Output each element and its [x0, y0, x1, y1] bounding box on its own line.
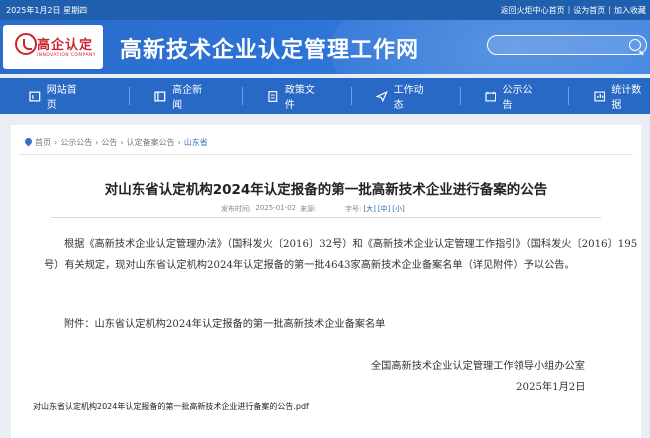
stats-icon — [594, 91, 605, 101]
current-date: 2025年1月2日 星期四 — [6, 6, 88, 15]
breadcrumb: 首页 › 公示公告 › 公告 › 认定备案公告 › 山东省 — [25, 137, 208, 148]
breadcrumb-separator: › — [120, 138, 124, 147]
breadcrumb-divider — [19, 154, 633, 155]
search-input[interactable] — [487, 35, 647, 55]
nav-label: 网站首页 — [46, 85, 77, 111]
article-meta: 发布时间: 2025-01-02 来源: — [221, 204, 316, 214]
site-header: 高企认定 INNOVATION COMPANY 高新技术企业认定管理工作网 — [0, 20, 650, 74]
site-logo[interactable]: 高企认定 INNOVATION COMPANY — [3, 25, 103, 69]
font-size-switcher: 字号: [大] [中] [小] — [345, 204, 405, 214]
breadcrumb-separator: › — [54, 138, 58, 147]
nav-divider — [241, 87, 243, 105]
attachment-note: 附件：山东省认定机构2024年认定报备的第一批高新技术企业备案名单 — [64, 319, 386, 330]
separator: | — [567, 5, 571, 14]
notice-icon — [485, 91, 497, 101]
news-icon — [154, 91, 166, 101]
nav-divider — [459, 87, 461, 105]
back-to-torch-home-link[interactable]: 返回火炬中心首页 — [501, 5, 565, 16]
send-icon — [376, 90, 388, 102]
nav-label: 政策文件 — [284, 85, 315, 111]
breadcrumb-separator: › — [95, 138, 99, 147]
meta-divider — [51, 217, 601, 218]
source-label: 来源: — [300, 205, 317, 213]
font-size-large[interactable]: [大] — [363, 204, 375, 214]
article-body: 根据《高新技术企业认定管理办法》（国科发火〔2016〕32号）和《高新技术企业认… — [44, 239, 638, 271]
nav-label: 公示公告 — [502, 85, 533, 111]
site-title: 高新技术企业认定管理工作网 — [120, 38, 420, 63]
nav-item-statistics[interactable]: 统计数据 — [594, 78, 650, 114]
separator: | — [608, 5, 611, 14]
nav-item-notices[interactable]: 公示公告 — [485, 78, 541, 114]
set-homepage-link[interactable]: 设为首页 — [573, 5, 605, 16]
nav-item-news[interactable]: 高企新闻 — [154, 78, 210, 114]
font-size-medium[interactable]: [中] — [378, 204, 390, 214]
document-icon — [268, 90, 278, 102]
nav-label: 工作动态 — [393, 85, 424, 111]
home-icon — [29, 91, 41, 101]
font-size-small[interactable]: [小] — [392, 204, 404, 214]
breadcrumb-separator: › — [177, 138, 181, 147]
breadcrumb-home[interactable]: 首页 — [35, 137, 51, 148]
top-bar: 2025年1月2日 星期四 返回火炬中心首页 | 设为首页 | 加入收藏 — [0, 0, 650, 20]
nav-label: 高企新闻 — [172, 85, 203, 111]
pdf-attachment-link[interactable]: 对山东省认定机构2024年认定报备的第一批高新技术企业进行备案的公告.pdf — [33, 401, 309, 412]
breadcrumb-shandong[interactable]: 山东省 — [184, 137, 208, 148]
signature: 全国高新技术企业认定管理工作领导小组办公室 — [371, 361, 585, 372]
logo-subtext: INNOVATION COMPANY — [37, 53, 96, 58]
nav-divider — [129, 87, 131, 105]
breadcrumb-notices[interactable]: 公示公告 — [60, 137, 92, 148]
breadcrumb-announcement[interactable]: 公告 — [101, 137, 117, 148]
nav-item-home[interactable]: 网站首页 — [29, 78, 85, 114]
add-favorite-link[interactable]: 加入收藏 — [614, 5, 646, 16]
font-size-label: 字号: — [345, 205, 362, 213]
main-nav: 网站首页 高企新闻 政策文件 工作动态 公示公告 统计数据 — [0, 74, 650, 118]
search-icon[interactable] — [629, 39, 641, 51]
publish-label: 发布时间: — [221, 205, 252, 213]
publish-date: 2025-01-02 — [255, 204, 297, 212]
nav-label: 统计数据 — [611, 85, 642, 111]
article-panel: 首页 › 公示公告 › 公告 › 认定备案公告 › 山东省 对山东省认定机构20… — [11, 125, 641, 438]
nav-item-policy[interactable]: 政策文件 — [267, 78, 323, 114]
logo-text: 高企认定 — [37, 38, 94, 53]
breadcrumb-filing-announcement[interactable]: 认定备案公告 — [127, 137, 175, 148]
signature-date: 2025年1月2日 — [516, 382, 586, 393]
location-pin-icon — [25, 138, 32, 147]
nav-divider — [350, 87, 352, 105]
logo-emblem-icon — [15, 33, 37, 55]
top-links: 返回火炬中心首页 | 设为首页 | 加入收藏 — [501, 5, 646, 16]
nav-item-work-updates[interactable]: 工作动态 — [376, 78, 432, 114]
article-title: 对山东省认定机构2024年认定报备的第一批高新技术企业进行备案的公告 — [104, 182, 548, 198]
nav-divider — [568, 87, 570, 105]
